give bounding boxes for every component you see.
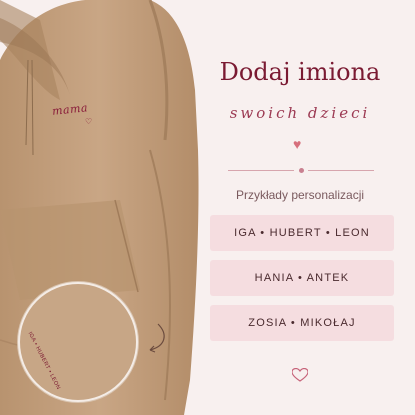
example-card: HANIA • ANTEK [210,260,394,296]
personalization-panel: Dodaj imiona swoich dzieci ♥ Przykłady p… [200,0,415,415]
heart-icon: ♥ [293,136,302,152]
examples-label: Przykłady personalizacji [235,188,365,202]
subheadline: swoich dzieci [229,104,371,122]
example-card: IGA • HUBERT • LEON [210,215,394,251]
sleeve-detail-zoom: IGA • HUBERT • LEON [18,282,138,402]
divider [228,166,374,176]
product-banner: mama ♡ IGA • HUBERT • LEON Dodaj imiona … [0,0,415,415]
example-card: ZOSIA • MIKOŁAJ [210,305,394,341]
examples-list: IGA • HUBERT • LEON HANIA • ANTEK ZOSIA … [210,215,394,350]
chest-heart-icon: ♡ [85,117,93,126]
arrow-icon [149,323,165,353]
heart-outline-icon [292,368,308,382]
headline: Dodaj imiona [219,58,381,86]
